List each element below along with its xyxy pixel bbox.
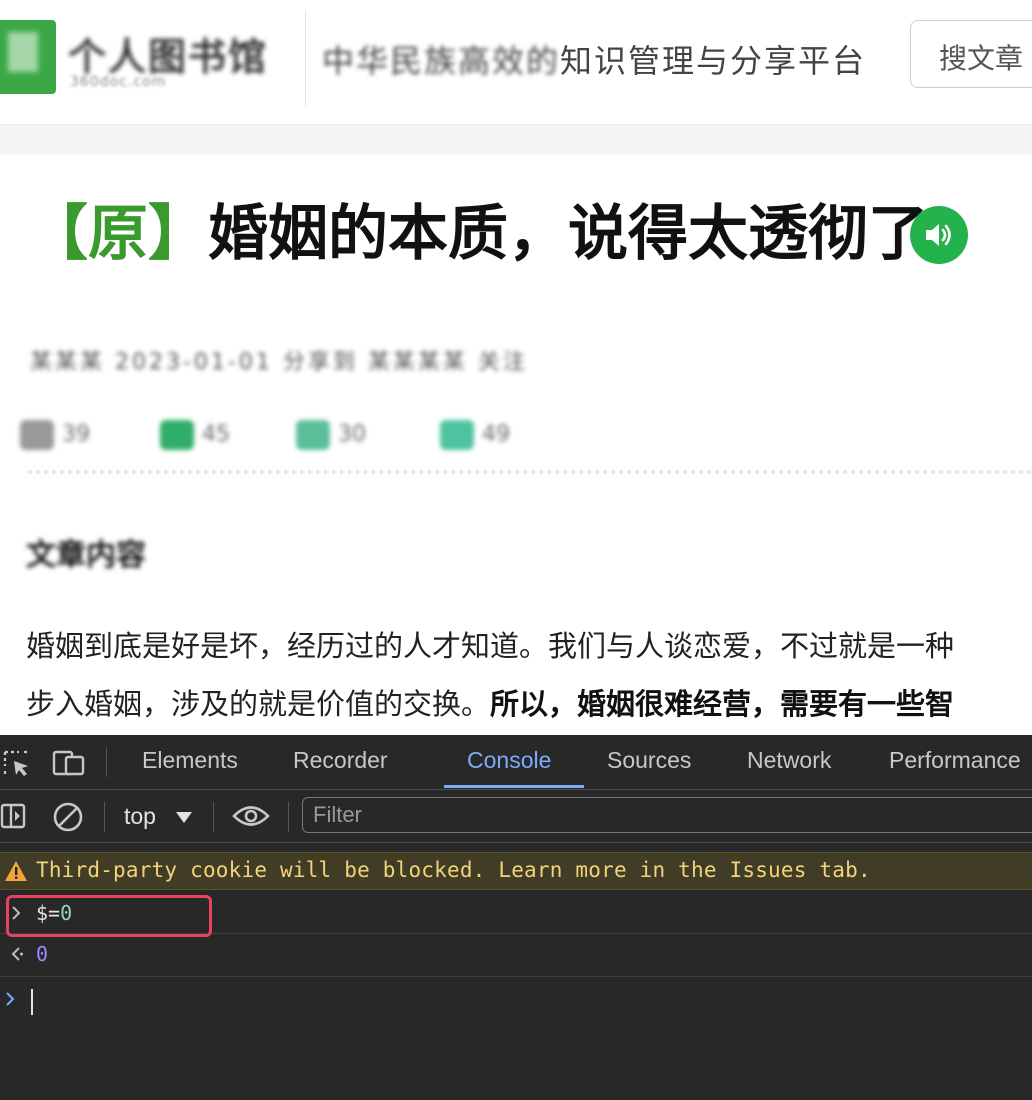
- console-toolbar: top: [0, 790, 1032, 843]
- tab-sources[interactable]: Sources: [607, 747, 691, 774]
- paragraph-2-normal: 步入婚姻，涉及的就是价值的交换。: [26, 687, 491, 721]
- toolbar-separator: [104, 802, 105, 832]
- toolbar-separator: [288, 802, 289, 832]
- output-return-icon: [11, 947, 23, 961]
- header-divider: [305, 10, 306, 106]
- article-title: 【原】婚姻的本质，说得太透彻了: [28, 196, 928, 272]
- site-slogan: 中华民族高效的知识管理与分享平台: [322, 36, 866, 82]
- comment-icon: [440, 420, 474, 450]
- article-meta: 某某某 2023-01-01 分享到 某某某某 关注: [30, 350, 528, 375]
- views-icon: [20, 420, 54, 450]
- favorite-icon: [296, 420, 330, 450]
- warning-icon: [5, 861, 27, 881]
- article-title-text: 婚姻的本质，说得太透彻了: [208, 199, 928, 269]
- tab-separator: [106, 747, 107, 777]
- paragraph-2-bold: 所以，婚姻很难经营，需要有一些智: [490, 687, 955, 721]
- devtools-tabbar: Elements Recorder Console Sources Networ…: [0, 735, 1032, 790]
- tab-console[interactable]: Console: [467, 747, 551, 774]
- read-aloud-button[interactable]: [910, 206, 968, 264]
- console-output-entry: 0: [0, 934, 1032, 977]
- stat-shares[interactable]: 45: [160, 420, 230, 456]
- speaker-icon: [926, 224, 951, 246]
- site-logo-text[interactable]: 个人图书馆: [68, 26, 268, 81]
- header-band: [0, 125, 1032, 155]
- stat-favorites-count: 30: [338, 422, 366, 447]
- console-warning-row: Third-party cookie will be blocked. Lear…: [0, 852, 1032, 890]
- active-tab-indicator: [444, 785, 584, 788]
- live-expression-eye-icon[interactable]: [232, 803, 270, 829]
- chevron-down-icon[interactable]: [176, 812, 192, 823]
- tab-network[interactable]: Network: [747, 747, 831, 774]
- stat-views-count: 39: [62, 422, 90, 447]
- site-header: 个人图书馆 360doc.com 中华民族高效的知识管理与分享平台 搜文章: [0, 0, 1032, 125]
- section-title: 文章内容: [26, 538, 146, 573]
- article-paragraph-1: 婚姻到底是好是坏，经历过的人才知道。我们与人谈恋爱，不过就是一种: [26, 629, 955, 663]
- filter-field[interactable]: [302, 797, 1032, 833]
- site-logo-icon[interactable]: [0, 20, 56, 94]
- inspect-element-icon[interactable]: [2, 749, 30, 777]
- context-selector[interactable]: top: [124, 803, 156, 830]
- toolbar-separator: [213, 802, 214, 832]
- share-icon: [160, 420, 194, 450]
- stat-comments[interactable]: 49: [440, 420, 510, 456]
- original-tag: 【原】: [28, 199, 208, 269]
- text-cursor: [31, 989, 33, 1015]
- sidebar-toggle-icon[interactable]: [0, 802, 28, 830]
- clear-console-icon[interactable]: [52, 801, 84, 833]
- stat-shares-count: 45: [202, 422, 230, 447]
- search-articles-button[interactable]: 搜文章: [910, 20, 1032, 88]
- meta-divider: [28, 470, 1032, 478]
- console-prompt[interactable]: [0, 977, 1032, 1021]
- prompt-chevron-icon: [6, 992, 15, 1006]
- annotation-highlight-box: [6, 895, 212, 937]
- stat-comments-count: 49: [482, 422, 510, 447]
- filter-input[interactable]: [311, 801, 915, 829]
- tab-performance[interactable]: Performance: [889, 747, 1021, 774]
- warning-message[interactable]: Third-party cookie will be blocked. Lear…: [36, 858, 871, 882]
- device-toolbar-icon[interactable]: [52, 749, 86, 777]
- site-logo-subtext: 360doc.com: [70, 74, 167, 90]
- tab-recorder[interactable]: Recorder: [293, 747, 388, 774]
- slogan-clear-part: 知识管理与分享平台: [560, 42, 867, 80]
- console-output-value[interactable]: 0: [36, 942, 48, 966]
- devtools-panel: Elements Recorder Console Sources Networ…: [0, 735, 1032, 1100]
- article-paragraph-2: 步入婚姻，涉及的就是价值的交换。所以，婚姻很难经营，需要有一些智: [26, 684, 954, 724]
- stat-views[interactable]: 39: [20, 420, 90, 456]
- stat-favorites[interactable]: 30: [296, 420, 366, 456]
- search-articles-label: 搜文章: [939, 42, 1024, 75]
- tab-elements[interactable]: Elements: [142, 747, 238, 774]
- slogan-blurred-part: 中华民族高效的: [322, 42, 561, 80]
